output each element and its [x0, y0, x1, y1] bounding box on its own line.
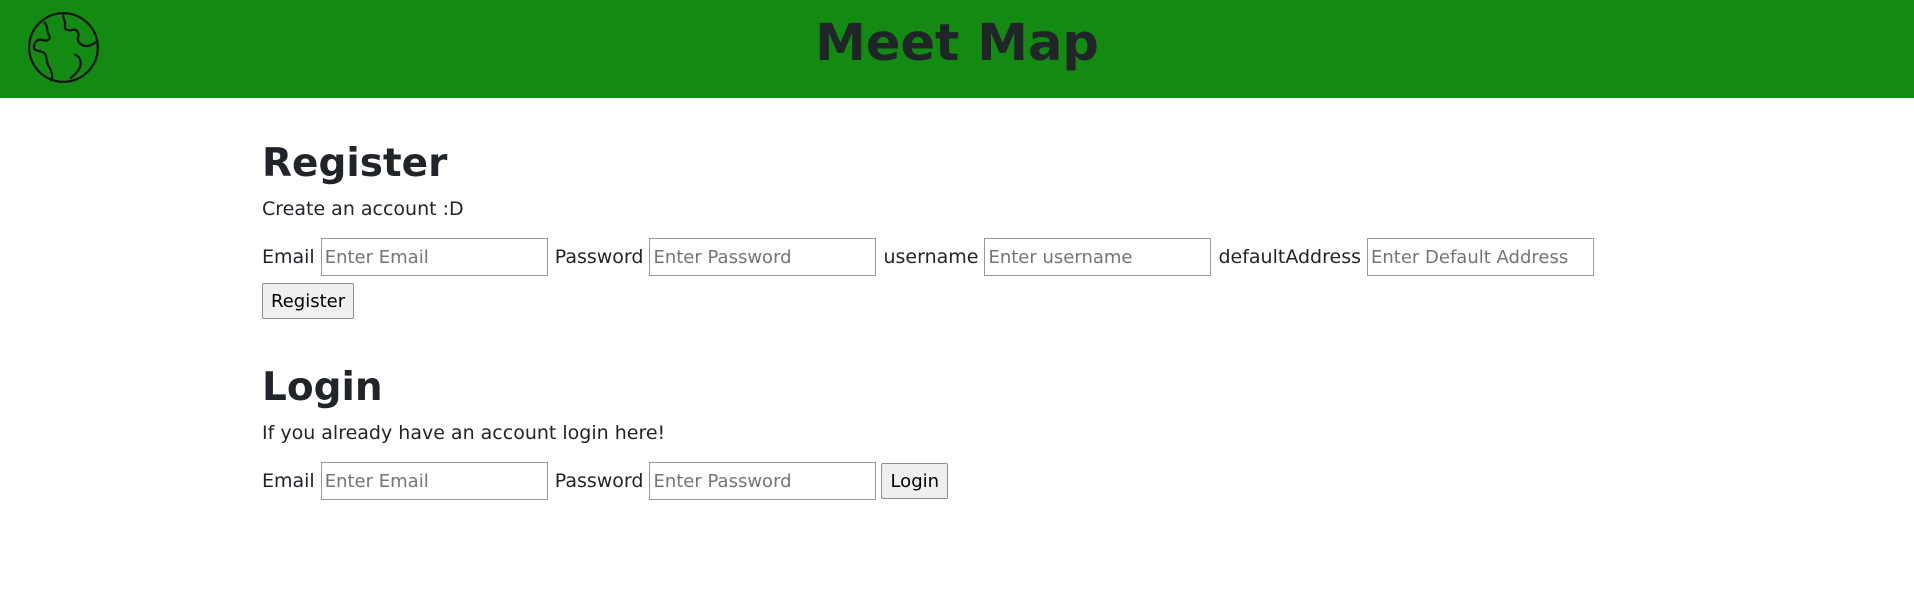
register-section: Register Create an account :D Email Pass…	[262, 140, 1662, 320]
login-button[interactable]: Login	[881, 463, 949, 499]
login-section: Login If you already have an account log…	[262, 364, 1662, 500]
register-heading: Register	[262, 141, 448, 186]
login-password-input[interactable]	[649, 462, 877, 500]
register-address-label: defaultAddress	[1218, 246, 1361, 268]
login-email-label: Email	[262, 470, 315, 492]
login-heading: Login	[262, 365, 383, 410]
register-username-label: username	[883, 246, 979, 268]
main-content: Register Create an account :D Email Pass…	[262, 98, 1662, 500]
register-password-label: Password	[554, 246, 644, 268]
register-form-row: Email Password username defaultAddress	[262, 238, 1662, 276]
site-header: Meet Map	[0, 0, 1914, 98]
login-email-input[interactable]	[320, 462, 548, 500]
register-button[interactable]: Register	[262, 283, 355, 319]
register-address-input[interactable]	[1367, 238, 1594, 276]
site-title: Meet Map	[815, 14, 1099, 73]
register-username-input[interactable]	[984, 238, 1212, 276]
login-subtitle: If you already have an account login her…	[262, 422, 666, 444]
register-password-input[interactable]	[649, 238, 877, 276]
login-form-row: Email Password Login	[262, 462, 1662, 500]
register-subtitle: Create an account :D	[262, 198, 464, 220]
register-button-row: Register	[262, 282, 1662, 320]
register-email-label: Email	[262, 246, 315, 268]
register-email-input[interactable]	[320, 238, 548, 276]
login-password-label: Password	[554, 470, 644, 492]
